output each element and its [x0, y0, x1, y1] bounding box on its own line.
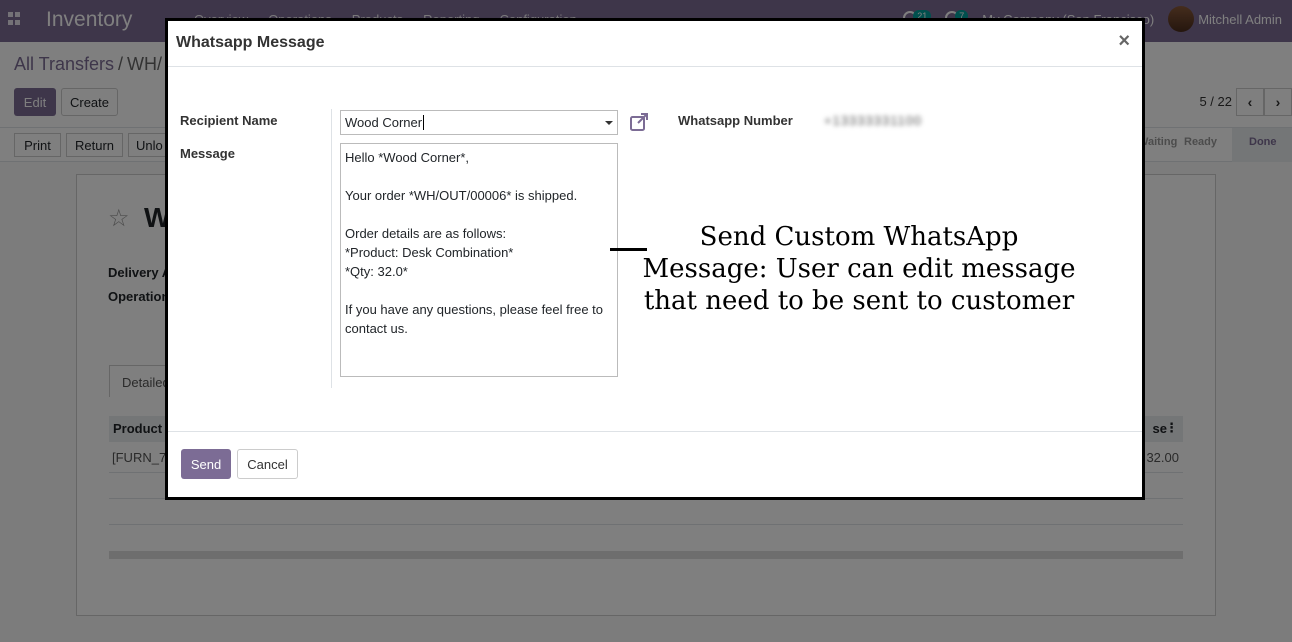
recipient-select[interactable]: Wood Corner	[340, 110, 618, 135]
message-textarea[interactable]: Hello *Wood Corner*, Your order *WH/OUT/…	[340, 143, 618, 377]
caret-down-icon[interactable]	[605, 121, 613, 125]
modal-title: Whatsapp Message	[176, 34, 325, 51]
external-link-icon[interactable]	[629, 112, 649, 132]
modal-footer: Send Cancel	[168, 431, 1142, 497]
recipient-value: Wood Corner	[345, 115, 423, 130]
cancel-button[interactable]: Cancel	[237, 449, 298, 479]
whatsapp-number-value[interactable]: +13333331100	[824, 113, 922, 128]
recipient-name-label: Recipient Name	[180, 113, 278, 128]
whatsapp-message-dialog: Whatsapp Message × Recipient Name Messag…	[165, 18, 1145, 500]
send-button[interactable]: Send	[181, 449, 231, 479]
label-separator	[331, 109, 332, 388]
close-icon[interactable]: ×	[1118, 30, 1130, 53]
whatsapp-number-label: Whatsapp Number	[678, 113, 793, 128]
modal-header: Whatsapp Message ×	[168, 21, 1142, 67]
message-label: Message	[180, 146, 235, 161]
annotation-callout: Send Custom WhatsApp Message: User can e…	[642, 222, 1076, 316]
